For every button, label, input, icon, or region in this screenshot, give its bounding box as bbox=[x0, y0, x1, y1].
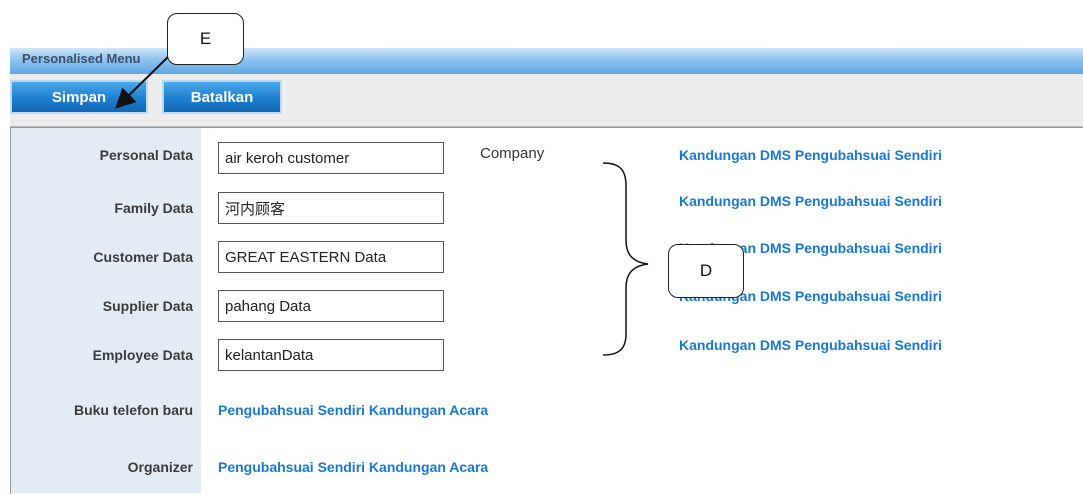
annotation-overlay bbox=[115, 52, 649, 356]
annotation-arrow bbox=[115, 52, 173, 109]
callout-d: D bbox=[668, 244, 744, 298]
callout-e: E bbox=[167, 13, 244, 65]
annotation-brace bbox=[602, 162, 649, 356]
